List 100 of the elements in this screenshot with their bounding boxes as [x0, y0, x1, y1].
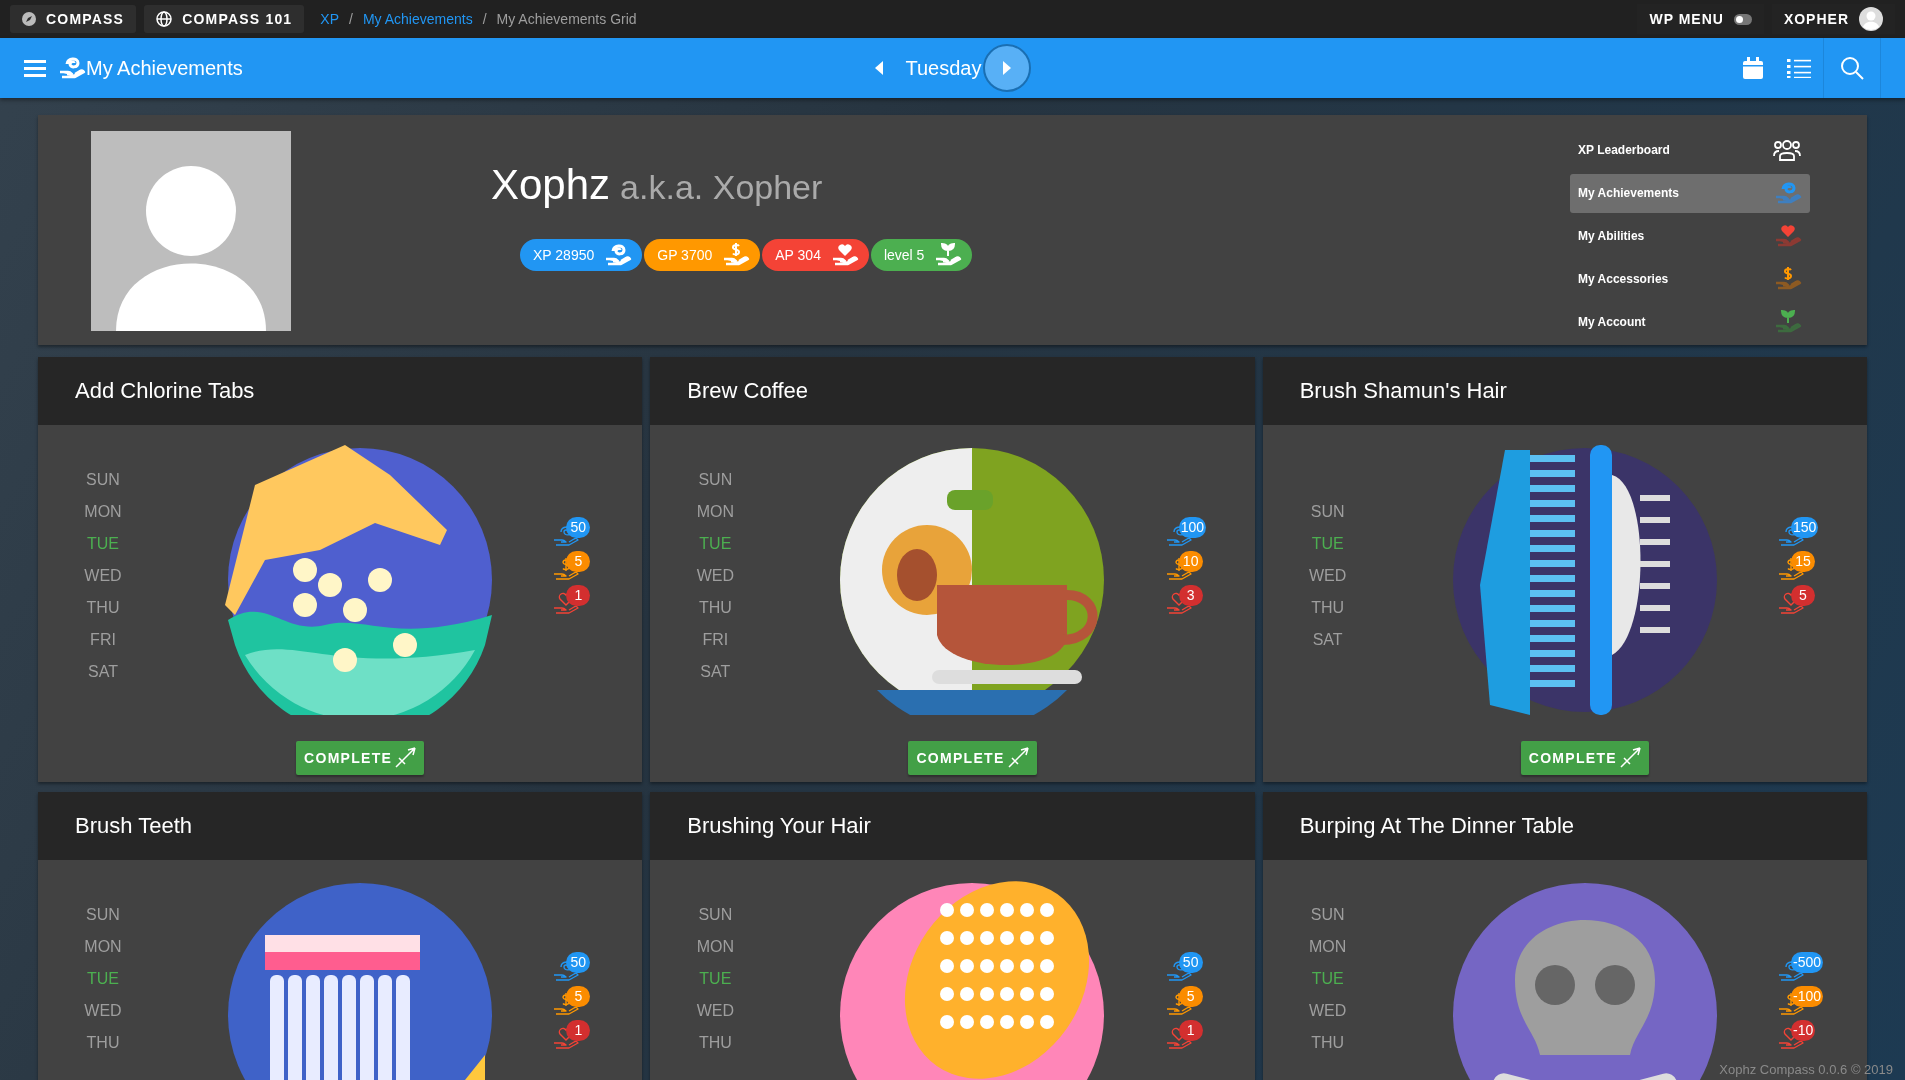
weekday: SUN [1310, 905, 1345, 924]
hand-icon [1774, 308, 1802, 335]
user-name: Xophz a.k.a. Xopher [491, 161, 824, 209]
ap-stat-chip: AP 304 [762, 239, 869, 271]
caret-left-icon [873, 61, 884, 75]
reward-count: 50 [1178, 952, 1203, 973]
search-button[interactable] [1823, 38, 1881, 98]
achievement-title: Brush Teeth [75, 813, 192, 839]
hand-icon [1774, 223, 1802, 249]
list-icon [1787, 58, 1811, 78]
reward-count: 10 [1178, 551, 1203, 572]
weekday: WED [84, 566, 122, 585]
weekday: SUN [1310, 502, 1345, 521]
weekday: THU [698, 598, 732, 617]
version-footer: Xophz Compass 0.0.6 © 2019 [1719, 1062, 1893, 1077]
weekday: SAT [88, 662, 118, 681]
weekday: SUN [86, 905, 120, 924]
achievement-title: Add Chlorine Tabs [75, 378, 255, 404]
weekday: THU [86, 598, 120, 617]
reward-count: -500 [1791, 952, 1823, 973]
side-menu-item[interactable]: My Accessories [1570, 259, 1810, 299]
hand-icon [1164, 1026, 1193, 1052]
side-menu-item[interactable]: My Achievements [1570, 173, 1810, 213]
xp-stat-chip: XP 28950 [520, 239, 643, 271]
hand-icon [552, 591, 581, 617]
breadcrumb-separator: / [482, 11, 487, 27]
weekday: TUE [1311, 534, 1344, 553]
hand-icon [722, 242, 751, 268]
reward-count: 1 [566, 1020, 591, 1041]
reward-count: 5 [1791, 585, 1815, 606]
reward-count: 100 [1178, 517, 1206, 538]
search-icon [1840, 56, 1864, 80]
weekday: MON [84, 502, 122, 521]
weekday: THU [86, 1033, 120, 1052]
hand-icon [552, 557, 581, 583]
weekday: SUN [698, 470, 733, 489]
hand-icon [1777, 591, 1805, 617]
side-menu-item[interactable]: XP Leaderboard [1570, 131, 1810, 170]
reward-count: 150 [1791, 517, 1819, 538]
side-menu-item[interactable]: My Abilities [1570, 216, 1810, 256]
hand-icon [1164, 992, 1193, 1018]
hand-icon [552, 992, 581, 1018]
weekday: MON [1309, 937, 1347, 956]
next-day-button[interactable] [983, 44, 1032, 92]
breadcrumb-link[interactable]: XP [320, 11, 340, 27]
achievement-title: Burping At The Dinner Table [1299, 813, 1575, 839]
hand-icon [934, 242, 963, 268]
breadcrumb-link[interactable]: My Achievements [362, 11, 473, 27]
page-title: My Achievements [86, 56, 243, 80]
weekday: THU [1311, 1033, 1345, 1052]
app-button[interactable]: COMPASS [10, 5, 137, 33]
reward-count: 3 [1178, 585, 1203, 606]
reward-count: 1 [1178, 1020, 1203, 1041]
weekday: FRI [90, 630, 116, 649]
caret-right-icon [1002, 61, 1013, 75]
breadcrumb-current[interactable]: My Achievements Grid [496, 11, 637, 27]
toggle-switch[interactable] [1733, 13, 1752, 25]
people-icon [1772, 139, 1802, 162]
user-alias: a.k.a. Xopher [620, 168, 823, 206]
reward-count: 1 [566, 585, 591, 606]
weekday: WED [696, 566, 734, 585]
globe-icon [156, 11, 173, 27]
app-button[interactable]: COMPASS 101 [144, 5, 305, 33]
achievement-title: Brew Coffee [687, 378, 808, 404]
weekday: SUN [698, 905, 733, 924]
weekday: WED [1309, 1001, 1347, 1020]
hand-icon [1164, 591, 1193, 617]
current-day: Tuesday [905, 56, 982, 80]
reward-count: 15 [1791, 551, 1815, 572]
calendar-icon [1743, 57, 1763, 79]
weekday: SAT [700, 662, 731, 681]
reward-count: 50 [566, 952, 591, 973]
reward-count: -10 [1791, 1020, 1816, 1041]
side-menu-item[interactable]: My Account [1570, 302, 1810, 341]
weekday: TUE [699, 969, 732, 988]
hand-icon [830, 242, 859, 268]
sword-icon [394, 747, 417, 769]
menu-icon [24, 59, 46, 77]
reward-count: 5 [1178, 986, 1203, 1007]
weekday: THU [698, 1033, 732, 1052]
reward-count: 50 [566, 517, 591, 538]
weekday: MON [84, 937, 122, 956]
weekday: MON [696, 502, 734, 521]
hand-icon [552, 1026, 581, 1052]
sword-icon [1006, 747, 1029, 769]
level-stat-chip: level 5 [870, 239, 973, 271]
previous-day-button[interactable] [873, 61, 884, 75]
weekday: TUE [87, 534, 119, 553]
weekday: WED [1309, 566, 1347, 585]
achievement-title: Brush Shamun's Hair [1299, 378, 1507, 404]
hand-spiral-icon [58, 55, 86, 81]
reward-count: 5 [566, 986, 591, 1007]
weekday: SUN [86, 470, 120, 489]
weekday: WED [84, 1001, 122, 1020]
avatar-icon [1859, 7, 1883, 31]
achievement-title: Brushing Your Hair [687, 813, 871, 839]
weekday: THU [1311, 598, 1345, 617]
weekday: WED [696, 1001, 734, 1020]
compass-icon [22, 12, 36, 26]
reward-count: 5 [566, 551, 591, 572]
